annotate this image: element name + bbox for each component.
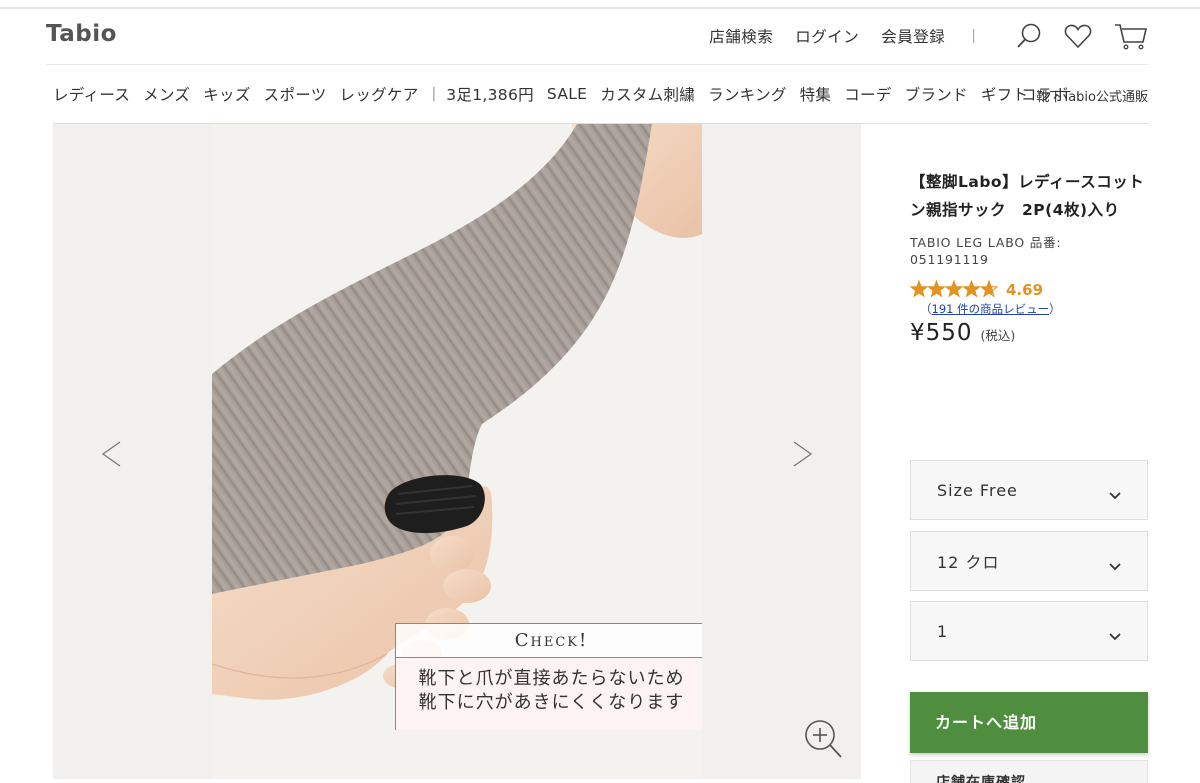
size-value: Size Free (937, 480, 1018, 500)
review-link[interactable]: （191 件の商品レビュー） (920, 300, 1061, 318)
chevron-down-icon (1109, 485, 1121, 504)
site-header: Tabio 店舗検索 ログイン 会員登録 | (0, 9, 1200, 66)
star-icon (963, 281, 980, 297)
header-separator: | (971, 28, 976, 44)
header-links: 店舗検索 ログイン 会員登録 | (687, 21, 1148, 51)
nav-ranking[interactable]: ランキング (708, 83, 787, 105)
login-link[interactable]: ログイン (795, 25, 859, 47)
nav-kids[interactable]: キッズ (203, 83, 250, 105)
nav-mens[interactable]: メンズ (143, 83, 190, 105)
product-title: 【整脚Labo】レディースコットン親指サック 2P(4枚)入り (910, 173, 1145, 219)
product-brand-code: TABIO LEG LABO 品番: 051191119 (910, 234, 1148, 268)
size-select[interactable]: Size Free (910, 460, 1148, 520)
add-to-cart-button[interactable]: カートへ追加 (910, 692, 1148, 753)
check-callout: Check! 靴下と爪が直接あたらないため 靴下に穴があきにくくなります (395, 623, 702, 730)
zoom-in-icon[interactable] (803, 718, 843, 764)
check-title: Check! (396, 624, 702, 658)
star-icon (928, 281, 945, 297)
product-price: ¥550 (910, 320, 973, 346)
nav-3-pairs[interactable]: 3足1,386円 (446, 83, 534, 105)
price-row: ¥550 (税込) (910, 320, 1148, 346)
cart-icon[interactable] (1114, 22, 1148, 50)
check-line-1: 靴下と爪が直接あたらないため (418, 668, 685, 689)
header-divider (46, 64, 1148, 65)
product-image-gallery: Check! 靴下と爪が直接あたらないため 靴下に穴があきにくくなります (53, 124, 861, 779)
review-close-paren: ） (1049, 302, 1061, 316)
check-body: 靴下と爪が直接あたらないため 靴下に穴があきにくくなります (396, 658, 702, 730)
product-photo: Check! 靴下と爪が直接あたらないため 靴下に穴があきにくくなります (212, 124, 702, 779)
color-select[interactable]: 12 クロ (910, 531, 1148, 591)
color-value: 12 クロ (937, 553, 1000, 572)
star-icon (910, 281, 928, 297)
site-tagline: 靴下Tabio公式通販 (1036, 90, 1148, 105)
product-rating: 4.69 （191 件の商品レビュー） (910, 280, 1148, 318)
product-info: 【整脚Labo】レディースコットン親指サック 2P(4枚)入り TABIO LE… (910, 168, 1148, 346)
star-icon (945, 281, 963, 297)
nav-feature[interactable]: 特集 (800, 83, 832, 105)
search-icon[interactable] (1016, 22, 1042, 50)
heart-icon[interactable] (1064, 23, 1092, 49)
category-nav: レディース メンズ キッズ スポーツ レッグケア | 3足1,386円 SALE… (53, 74, 1148, 114)
register-link[interactable]: 会員登録 (881, 25, 945, 47)
store-stock-button[interactable]: 店舗在庫確認 (910, 760, 1148, 783)
review-link-text[interactable]: 191 件の商品レビュー (932, 302, 1050, 316)
product-brand: TABIO LEG LABO 品番: (910, 235, 1062, 250)
review-open-paren: （ (920, 302, 932, 316)
chevron-down-icon (1109, 556, 1121, 575)
nav-custom-embroidery[interactable]: カスタム刺繍 (600, 83, 695, 105)
nav-sale[interactable]: SALE (547, 85, 587, 103)
product-code: 051191119 (910, 252, 989, 267)
nav-brand[interactable]: ブランド (905, 83, 968, 105)
tax-label: (税込) (980, 328, 1016, 343)
quantity-select[interactable]: 1 (910, 601, 1148, 661)
gallery-prev-button[interactable] (91, 434, 131, 474)
quantity-value: 1 (937, 621, 949, 641)
check-line-2: 靴下に穴があきにくくなります (418, 692, 685, 713)
nav-sports[interactable]: スポーツ (264, 83, 327, 105)
nav-separator: | (431, 86, 437, 102)
store-search-link[interactable]: 店舗検索 (709, 25, 773, 47)
rating-value: 4.69 (1006, 281, 1044, 299)
gallery-next-button[interactable] (783, 434, 823, 474)
chevron-down-icon (1109, 626, 1121, 645)
nav-ladies[interactable]: レディース (53, 83, 130, 105)
nav-leg-care[interactable]: レッグケア (340, 83, 419, 105)
nav-coordinate[interactable]: コーデ (844, 83, 891, 105)
rating-stars (910, 280, 1000, 298)
tabio-logo[interactable]: Tabio (46, 21, 117, 47)
